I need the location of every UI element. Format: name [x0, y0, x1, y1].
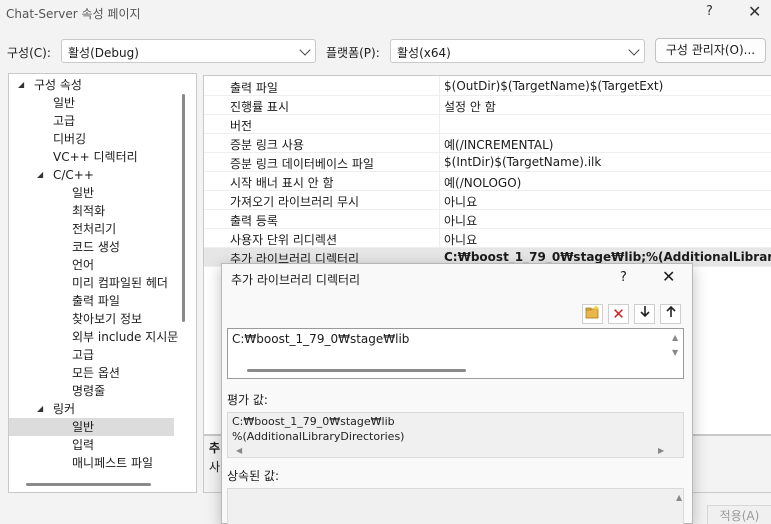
evaluated-value-box: C:₩boost_1_79_0₩stage₩lib %(AdditionalLi…: [227, 412, 684, 458]
inherited-value-box: ▲: [227, 488, 684, 524]
config-manager-button[interactable]: 구성 관리자(O)...: [655, 38, 766, 63]
move-down-button[interactable]: [634, 304, 655, 324]
close-icon[interactable]: ✕: [662, 267, 675, 286]
tree-item-optimization[interactable]: 최적화: [72, 202, 105, 220]
tree-item-debugging[interactable]: 디버깅: [53, 130, 86, 148]
title-bar: Chat-Server 속성 페이지 ? ✕: [0, 0, 771, 26]
list-item[interactable]: C:₩boost_1_79_0₩stage₩lib: [232, 332, 409, 346]
scroll-right-icon[interactable]: ▶: [658, 446, 664, 455]
tree-item-cpp-advanced[interactable]: 고급: [72, 346, 94, 364]
tree-item-cpp-general[interactable]: 일반: [72, 184, 94, 202]
tree-item-preprocessor[interactable]: 전처리기: [72, 220, 116, 238]
tree-item-language[interactable]: 언어: [72, 256, 94, 274]
tree-item-browse-info[interactable]: 찾아보기 정보: [72, 310, 142, 328]
apply-button[interactable]: 적용(A): [707, 505, 771, 524]
property-row[interactable]: 출력 등록 아니요: [204, 210, 771, 229]
expand-arrow-icon[interactable]: ◢: [37, 400, 43, 418]
arrow-up-icon: [665, 305, 676, 317]
tree-item-config-properties[interactable]: ◢ 구성 속성: [9, 76, 183, 94]
chevron-down-icon: [299, 44, 311, 56]
move-up-button[interactable]: [660, 304, 681, 324]
tree-item-command-line[interactable]: 명령줄: [72, 382, 105, 400]
expand-arrow-icon[interactable]: ◢: [37, 166, 43, 184]
dialog-title: 추가 라이브러리 디렉터리: [231, 273, 361, 287]
new-folder-icon: [585, 305, 599, 319]
scroll-up-icon[interactable]: ▲: [672, 333, 678, 342]
directory-list[interactable]: C:₩boost_1_79_0₩stage₩lib ▲ ▼: [227, 328, 684, 379]
property-row[interactable]: 시작 배너 표시 안 함 예(/NOLOGO): [204, 172, 771, 191]
scroll-down-icon[interactable]: ▼: [672, 348, 678, 357]
tree-item-external-includes[interactable]: 외부 include 지시문: [72, 328, 178, 346]
property-row[interactable]: 출력 파일 $(OutDir)$(TargetName)$(TargetExt): [204, 77, 771, 96]
property-row[interactable]: 가져오기 라이브러리 무시 아니요: [204, 191, 771, 210]
inherited-value-label: 상속된 값:: [227, 469, 280, 483]
window-title: Chat-Server 속성 페이지: [6, 7, 141, 21]
config-label: 구성(C):: [7, 46, 51, 60]
tree-item-vc-directories[interactable]: VC++ 디렉터리: [53, 148, 138, 166]
new-line-button[interactable]: [582, 304, 603, 324]
close-icon[interactable]: ✕: [748, 2, 761, 21]
platform-value: 활성(x64): [397, 46, 451, 60]
help-icon[interactable]: ?: [706, 4, 713, 19]
tree-item-manifest-file[interactable]: 매니페스트 파일: [72, 454, 153, 472]
additional-library-directories-dialog: 추가 라이브러리 디렉터리 ? ✕ ✕ C:₩boost_1_79_0₩stag…: [221, 263, 693, 524]
list-horizontal-scrollbar[interactable]: [247, 369, 466, 372]
chevron-down-icon: [628, 44, 640, 56]
platform-dropdown[interactable]: 활성(x64): [390, 39, 645, 63]
tree-item-precompiled-headers[interactable]: 미리 컴파일된 헤더: [72, 274, 168, 292]
delete-icon: ✕: [612, 305, 625, 323]
platform-label: 플랫폼(P):: [326, 46, 380, 60]
tree-item-advanced[interactable]: 고급: [53, 112, 75, 130]
tree-item-output-files[interactable]: 출력 파일: [72, 292, 120, 310]
property-row[interactable]: 증분 링크 데이터베이스 파일 $(IntDir)$(TargetName).i…: [204, 153, 771, 172]
tree-item-cpp[interactable]: ◢ C/C++: [9, 166, 183, 184]
description-text: 사: [209, 460, 221, 474]
evaluated-value-label: 평가 값:: [227, 393, 268, 407]
description-title: 추: [209, 441, 221, 455]
property-row[interactable]: 진행률 표시 설정 안 함: [204, 96, 771, 115]
tree-horizontal-scrollbar[interactable]: [26, 483, 151, 486]
help-icon[interactable]: ?: [620, 270, 627, 285]
property-row[interactable]: 증분 링크 사용 예(/INCREMENTAL): [204, 134, 771, 153]
tree-vertical-scrollbar[interactable]: [182, 94, 185, 322]
tree-item-code-generation[interactable]: 코드 생성: [72, 238, 120, 256]
tree-item-linker[interactable]: ◢ 링커: [9, 400, 183, 418]
tree-item-general[interactable]: 일반: [53, 94, 75, 112]
config-value: 활성(Debug): [68, 46, 139, 60]
tree-item-all-options[interactable]: 모든 옵션: [72, 364, 120, 382]
property-tree[interactable]: ◢ 구성 속성 일반 고급 디버깅 VC++ 디렉터리 ◢ C/C++ 일반 최…: [8, 73, 197, 493]
property-row[interactable]: 사용자 단위 리디렉션 아니요: [204, 229, 771, 248]
arrow-down-icon: [639, 306, 650, 318]
scroll-up-icon[interactable]: ▲: [676, 493, 682, 502]
config-dropdown[interactable]: 활성(Debug): [61, 39, 316, 63]
scroll-left-icon[interactable]: ◀: [236, 446, 242, 455]
tree-item-input[interactable]: 입력: [72, 436, 94, 454]
property-row[interactable]: 버전: [204, 115, 771, 134]
tree-item-linker-general[interactable]: 일반: [9, 418, 174, 436]
delete-line-button[interactable]: ✕: [608, 304, 629, 324]
expand-arrow-icon[interactable]: ◢: [18, 76, 24, 94]
